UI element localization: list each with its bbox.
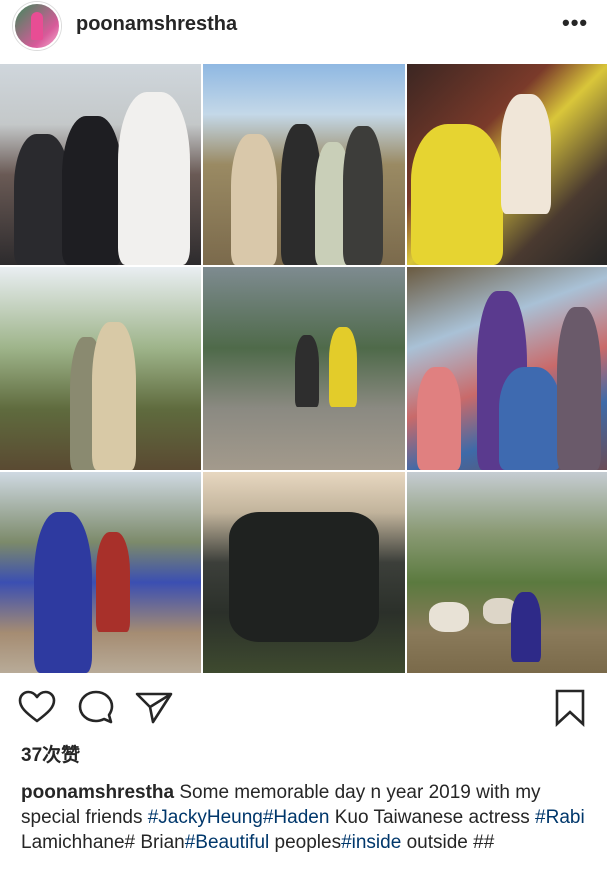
user-avatar[interactable] — [13, 2, 61, 50]
three-dots-icon[interactable]: ••• — [562, 12, 588, 34]
post-username[interactable]: poonamshrestha — [76, 12, 237, 36]
photo-forest-two-women — [0, 267, 201, 470]
like-count[interactable]: 37次赞 — [21, 744, 80, 768]
post-header: poonamshrestha ••• — [0, 0, 607, 52]
comment-bubble-icon[interactable] — [76, 688, 116, 728]
caption-text: Kuo Taiwanese actress — [329, 807, 536, 828]
paper-plane-icon[interactable] — [134, 688, 174, 728]
heart-outline-icon[interactable] — [17, 688, 57, 728]
photo-village-children — [407, 267, 607, 470]
hashtag-link[interactable]: #inside — [341, 832, 401, 853]
photo-meal-table — [407, 64, 607, 265]
photo-tent-group — [203, 472, 405, 673]
hashtag-link[interactable]: #Rabi — [535, 807, 585, 828]
photo-collage[interactable] — [0, 64, 607, 673]
post-actions-bar — [0, 688, 607, 732]
caption-text: Lamichhane# Brian — [21, 832, 185, 853]
photo-hillside-group — [203, 64, 405, 265]
caption-text: peoples — [269, 832, 342, 853]
post-caption: poonamshrestha Some memorable day n year… — [21, 780, 591, 855]
photo-mountain-road — [203, 267, 405, 470]
photo-airport-group — [0, 64, 201, 265]
caption-text: outside ## — [401, 832, 495, 853]
photo-goats-hillside — [407, 472, 607, 673]
hashtag-link[interactable]: #Haden — [263, 807, 330, 828]
bookmark-icon[interactable] — [550, 688, 590, 728]
photo-woman-with-goat — [0, 472, 201, 673]
hashtag-link[interactable]: #JackyHeung — [148, 807, 263, 828]
hashtag-link[interactable]: #Beautiful — [185, 832, 270, 853]
caption-username[interactable]: poonamshrestha — [21, 782, 174, 803]
